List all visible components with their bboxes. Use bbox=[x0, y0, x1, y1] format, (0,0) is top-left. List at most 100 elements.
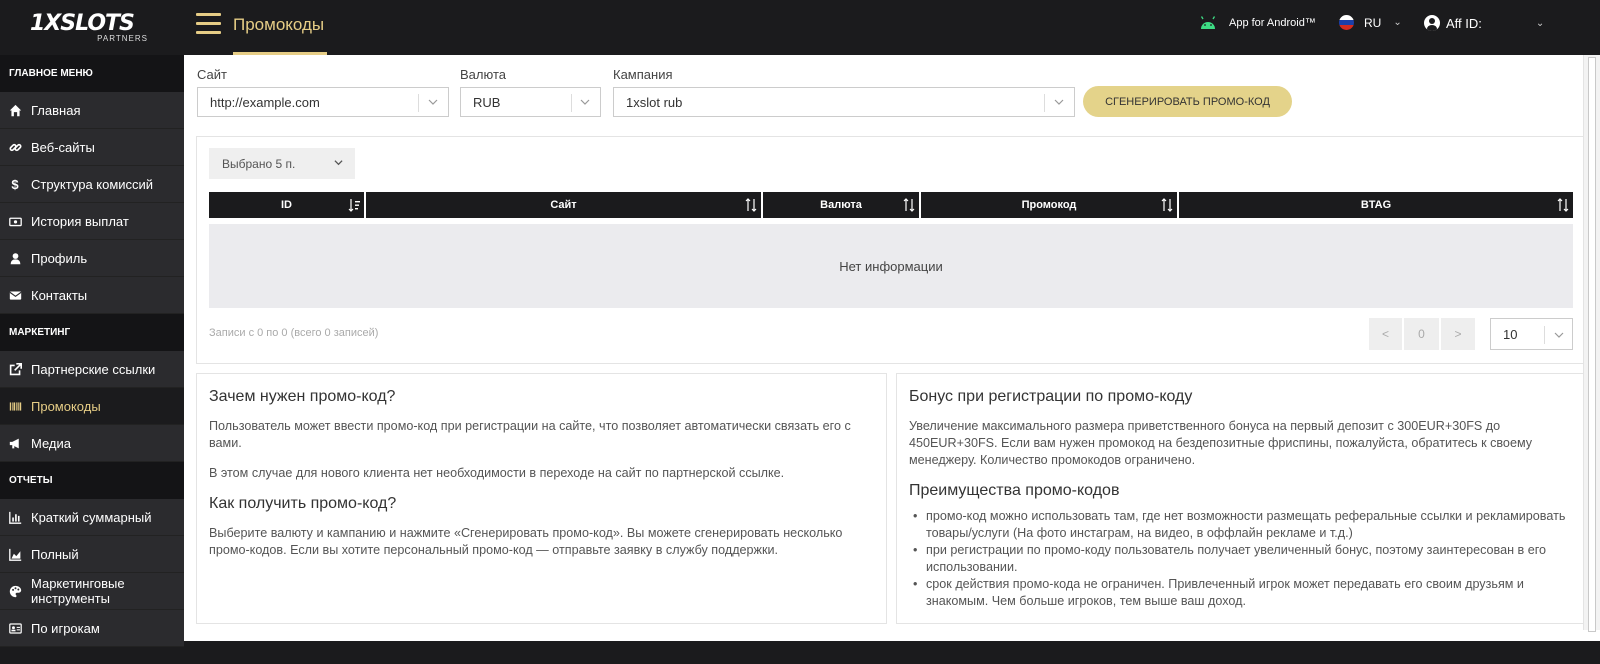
russia-flag-icon bbox=[1339, 15, 1354, 30]
sidebar-item-promocodes[interactable]: Промокоды bbox=[0, 388, 184, 425]
sidebar-item-label: Медиа bbox=[31, 435, 71, 451]
site-select[interactable]: http://example.com bbox=[197, 87, 449, 117]
sidebar-item-label: Структура комиссий bbox=[31, 176, 154, 192]
sidebar-item-full[interactable]: Полный bbox=[0, 536, 184, 573]
android-app-link[interactable]: App for Android™ bbox=[1199, 16, 1316, 30]
chevron-down-icon bbox=[428, 99, 438, 105]
sidebar-item-label: Краткий суммарный bbox=[31, 509, 152, 525]
info-heading-how: Как получить промо-код? bbox=[209, 495, 397, 512]
chevron-down-icon bbox=[1054, 99, 1064, 105]
sidebar-item-label: История выплат bbox=[31, 213, 129, 229]
sidebar-item-label: Промокоды bbox=[31, 398, 101, 414]
info-heading-advantages: Преимущества промо-кодов bbox=[909, 482, 1120, 499]
sort-icon bbox=[745, 198, 757, 212]
sidebar-item-websites[interactable]: Веб-сайты bbox=[0, 129, 184, 166]
sidebar-item-contacts[interactable]: Контакты bbox=[0, 277, 184, 314]
sort-desc-icon bbox=[348, 199, 360, 212]
title-underline bbox=[233, 52, 327, 55]
section-reports: ОТЧЕТЫ bbox=[0, 462, 184, 499]
sort-icon bbox=[1557, 198, 1569, 212]
language-label: RU bbox=[1364, 15, 1382, 30]
sidebar-item-label: Партнерские ссылки bbox=[31, 361, 156, 377]
records-info: Записи с 0 по 0 (всего 0 записей) bbox=[209, 327, 379, 339]
sidebar-item-commission[interactable]: $ Структура комиссий bbox=[0, 166, 184, 203]
logo[interactable]: 1XSLOTS PARTNERS bbox=[0, 0, 184, 55]
column-label: ID bbox=[281, 199, 292, 211]
area-chart-icon bbox=[8, 547, 22, 561]
dollar-icon: $ bbox=[11, 176, 19, 192]
sidebar-item-label: Веб-сайты bbox=[31, 139, 95, 155]
sidebar-item-marketing-tools[interactable]: Маркетинговые инструменты bbox=[0, 573, 184, 610]
logo-brand: 1XSLOTS bbox=[30, 10, 135, 36]
page-size-value: 10 bbox=[1503, 326, 1518, 342]
column-label: BTAG bbox=[1360, 199, 1392, 211]
campaign-value: 1xslot rub bbox=[626, 94, 683, 110]
list-item: промо-код можно использовать там, где не… bbox=[909, 508, 1571, 542]
scrollbar-thumb[interactable] bbox=[1588, 57, 1596, 632]
list-item: срок действия промо-кода не ограничен. П… bbox=[909, 576, 1571, 610]
selected-columns-label: Выбрано 5 п. bbox=[222, 156, 296, 171]
android-app-label: App for Android™ bbox=[1229, 17, 1316, 29]
section-main-menu: ГЛАВНОЕ МЕНЮ bbox=[0, 55, 184, 92]
chevron-down-icon bbox=[334, 160, 343, 166]
external-link-icon bbox=[8, 362, 22, 376]
column-header-site[interactable]: Сайт bbox=[366, 192, 761, 218]
sidebar-item-label: Маркетинговые инструменты bbox=[31, 576, 125, 606]
pagination-current-page[interactable]: 0 bbox=[1404, 318, 1439, 350]
list-item: при регистрации по промо-коду пользовате… bbox=[909, 542, 1571, 576]
chevron-down-icon bbox=[1554, 332, 1564, 338]
sidebar-item-summary[interactable]: Краткий суммарный bbox=[0, 499, 184, 536]
table-header: ID Сайт Валюта Промокод BTAG bbox=[209, 192, 1573, 218]
currency-select[interactable]: RUB bbox=[460, 87, 601, 117]
campaign-select[interactable]: 1xslot rub bbox=[613, 87, 1075, 117]
generate-promocode-button[interactable]: СГЕНЕРИРОВАТЬ ПРОМО-КОД bbox=[1083, 86, 1292, 117]
advantages-list: промо-код можно использовать там, где не… bbox=[909, 508, 1571, 610]
column-header-currency[interactable]: Валюта bbox=[763, 192, 919, 218]
column-header-btag[interactable]: BTAG bbox=[1179, 192, 1573, 218]
language-selector[interactable]: RU ⌄ bbox=[1339, 15, 1402, 30]
info-card-why: Зачем нужен промо-код? Пользователь може… bbox=[196, 373, 887, 624]
column-visibility-select[interactable]: Выбрано 5 п. bbox=[209, 148, 355, 179]
logo-sub: PARTNERS bbox=[97, 33, 148, 43]
bar-chart-icon bbox=[8, 510, 22, 524]
account-menu[interactable]: Aff ID: ⌄ bbox=[1424, 15, 1544, 31]
info-heading-why: Зачем нужен промо-код? bbox=[209, 388, 396, 405]
sidebar-item-profile[interactable]: Профиль bbox=[0, 240, 184, 277]
sidebar: 1XSLOTS PARTNERS ГЛАВНОЕ МЕНЮ Главная Ве… bbox=[0, 0, 184, 664]
sort-icon bbox=[1161, 198, 1173, 212]
chevron-down-icon: ⌄ bbox=[1393, 17, 1402, 28]
megaphone-icon bbox=[8, 436, 22, 450]
column-header-promocode[interactable]: Промокод bbox=[921, 192, 1177, 218]
pagination-prev-button[interactable]: < bbox=[1369, 318, 1402, 350]
info-paragraph: Выберите валюту и кампанию и нажмите «Сг… bbox=[209, 526, 843, 557]
user-circle-icon bbox=[1424, 15, 1440, 31]
page-title: Промокоды bbox=[233, 15, 325, 34]
sidebar-item-players[interactable]: По игрокам bbox=[0, 610, 184, 647]
chevron-down-icon bbox=[580, 99, 590, 105]
palette-icon bbox=[8, 584, 22, 598]
sidebar-item-partner-links[interactable]: Партнерские ссылки bbox=[0, 351, 184, 388]
info-paragraph: В этом случае для нового клиента нет нео… bbox=[209, 466, 785, 480]
cash-icon bbox=[8, 214, 22, 228]
top-bar: Промокоды App for Android™ RU ⌄ Aff ID: … bbox=[184, 0, 1600, 55]
android-icon bbox=[1200, 16, 1216, 29]
page-scrollbar[interactable] bbox=[1583, 55, 1600, 632]
currency-value: RUB bbox=[473, 94, 501, 110]
sidebar-item-label: По игрокам bbox=[31, 620, 100, 636]
redacted-id bbox=[1483, 17, 1528, 29]
section-marketing: МАРКЕТИНГ bbox=[0, 314, 184, 351]
chevron-down-icon: ⌄ bbox=[1535, 17, 1545, 29]
page-size-select[interactable]: 10 bbox=[1490, 318, 1573, 350]
site-value: http://example.com bbox=[210, 94, 320, 110]
sidebar-item-payouts[interactable]: История выплат bbox=[0, 203, 184, 240]
id-card-icon bbox=[8, 621, 22, 635]
info-card-bonus: Бонус при регистрации по промо-коду Увел… bbox=[896, 373, 1584, 624]
aff-id-label: Aff ID: bbox=[1446, 15, 1482, 31]
column-header-id[interactable]: ID bbox=[209, 192, 364, 218]
info-heading-bonus: Бонус при регистрации по промо-коду bbox=[909, 388, 1193, 405]
sidebar-item-media[interactable]: Медиа bbox=[0, 425, 184, 462]
pagination-next-button[interactable]: > bbox=[1441, 318, 1475, 350]
hamburger-menu-icon[interactable] bbox=[196, 13, 221, 35]
sidebar-item-home[interactable]: Главная bbox=[0, 92, 184, 129]
user-icon bbox=[8, 251, 22, 265]
